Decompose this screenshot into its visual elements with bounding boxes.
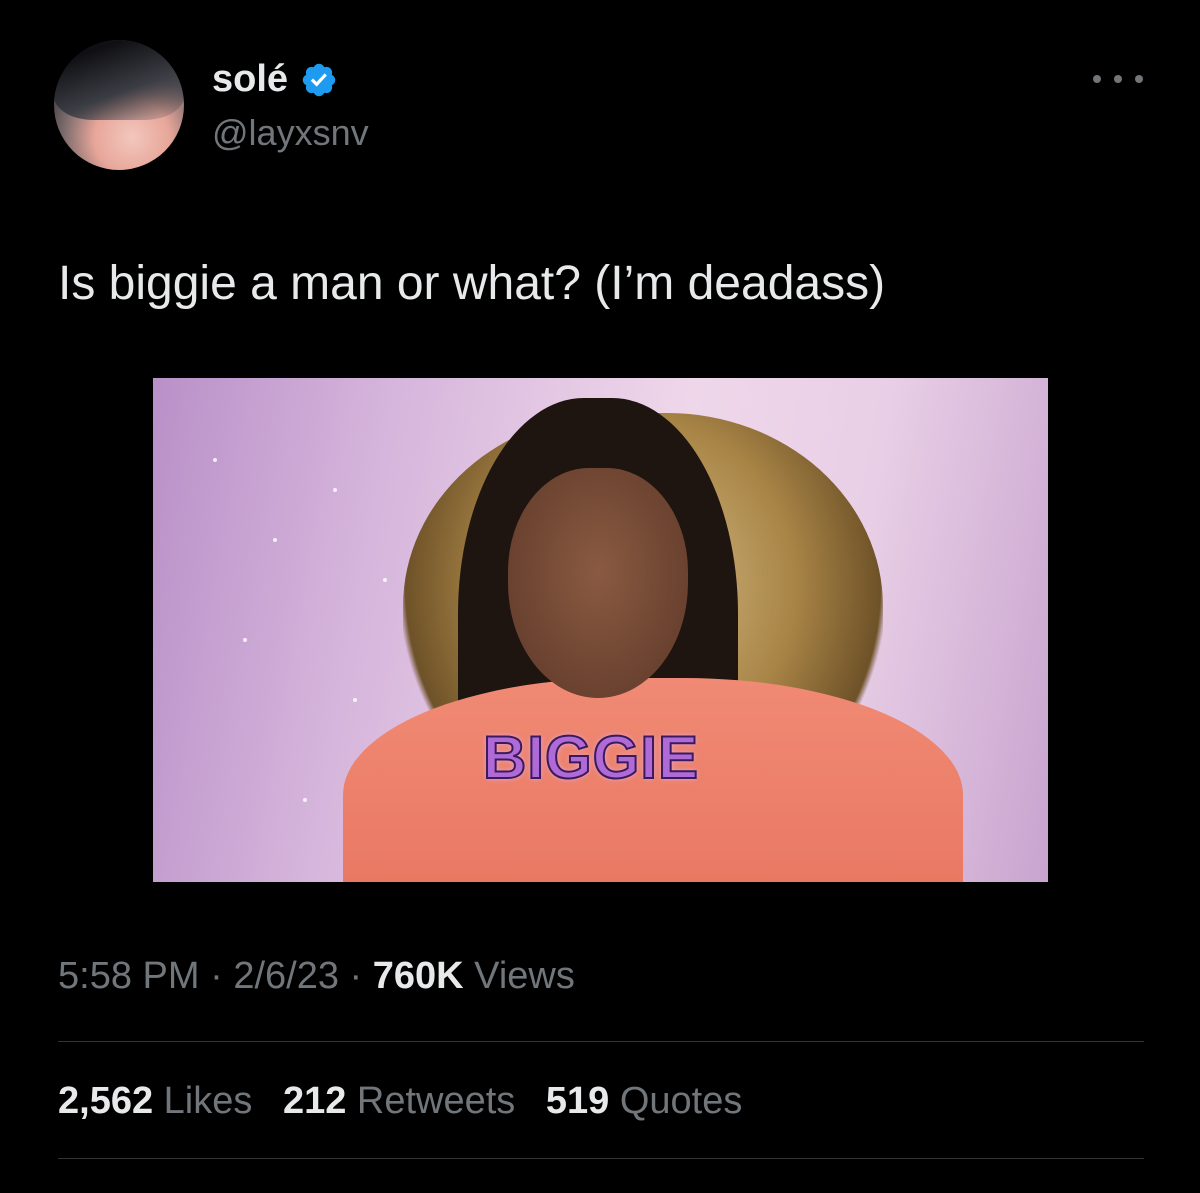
sparkle: [353, 698, 357, 702]
views-label: Views: [474, 955, 575, 997]
author-display-name[interactable]: solé: [212, 58, 288, 101]
sparkle: [273, 538, 277, 542]
quotes-label: Quotes: [619, 1080, 743, 1122]
divider: [58, 1041, 1144, 1042]
retweets-label: Retweets: [356, 1080, 516, 1122]
divider: [58, 1158, 1144, 1159]
tweet-time[interactable]: 5:58 PM: [58, 955, 200, 997]
tweet-media-image[interactable]: BIGGIE: [153, 378, 1048, 882]
sparkle: [243, 638, 247, 642]
media-caption: BIGGIE: [482, 723, 700, 792]
retweets-stat[interactable]: 212 Retweets: [283, 1080, 526, 1122]
avatar-shade: [54, 40, 184, 120]
sparkle: [303, 798, 307, 802]
retweets-count: 212: [282, 1080, 347, 1122]
engagement-stats: 2,562 Likes 212 Retweets 519 Quotes: [58, 1080, 762, 1123]
meta-separator: ·: [210, 955, 223, 997]
verified-badge-icon: [302, 63, 336, 96]
more-options-icon[interactable]: [1093, 64, 1143, 94]
likes-count: 2,562: [58, 1080, 154, 1122]
tweet-date[interactable]: 2/6/23: [233, 955, 339, 997]
more-dot: [1135, 75, 1143, 83]
quotes-stat[interactable]: 519 Quotes: [546, 1080, 743, 1122]
meta-separator: ·: [349, 955, 363, 997]
views-count: 760K: [372, 955, 464, 997]
author-handle[interactable]: @layxsnv: [212, 112, 369, 154]
sparkle: [213, 458, 217, 462]
quotes-count: 519: [545, 1080, 610, 1122]
more-dot: [1093, 75, 1101, 83]
tweet-text: Is biggie a man or what? (I’m deadass): [58, 257, 886, 310]
more-dot: [1114, 75, 1122, 83]
face: [508, 468, 688, 698]
sparkle: [383, 578, 387, 582]
likes-stat[interactable]: 2,562 Likes: [58, 1080, 263, 1122]
author-name-row: solé: [212, 58, 338, 101]
likes-label: Likes: [163, 1080, 253, 1122]
sparkle: [333, 488, 337, 492]
avatar[interactable]: [54, 40, 184, 170]
tweet-meta: 5:58 PM · 2/6/23 · 760K Views: [58, 955, 575, 998]
